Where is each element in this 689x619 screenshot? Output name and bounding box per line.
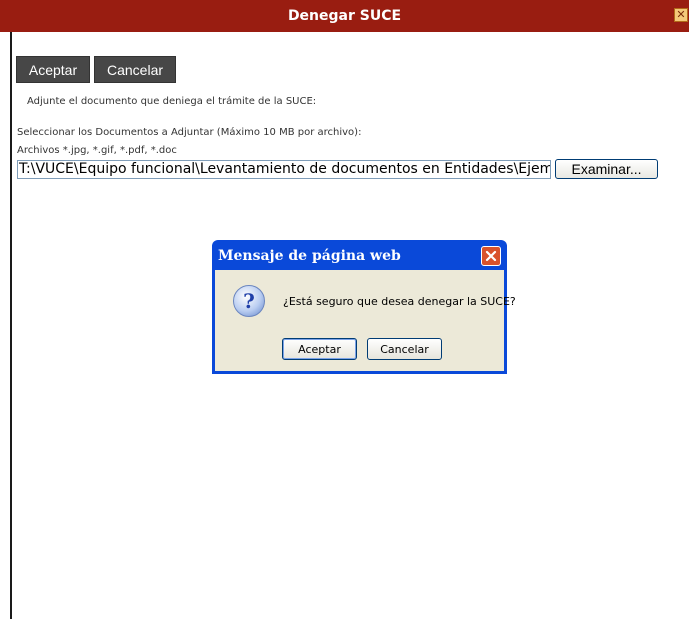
cancel-button[interactable]: Cancelar <box>94 56 176 83</box>
instruction-text: Adjunte el documento que deniega el trám… <box>27 96 317 107</box>
confirm-dialog: Mensaje de página web ? ¿Está seguro que… <box>212 240 516 374</box>
accept-button[interactable]: Aceptar <box>16 56 90 83</box>
window-titlebar: Denegar SUCE ✕ <box>0 0 689 32</box>
window-title: Denegar SUCE <box>287 8 402 24</box>
window-left-border <box>10 32 12 619</box>
question-icon: ? <box>233 285 265 317</box>
dialog-title: Mensaje de página web <box>218 248 401 264</box>
file-path-input[interactable]: T:\VUCE\Equipo funcional\Levantamiento d… <box>17 160 551 179</box>
dialog-message: ¿Está seguro que desea denegar la SUCE? <box>283 295 516 308</box>
dialog-body: ? ¿Está seguro que desea denegar la SUCE… <box>215 270 516 371</box>
dialog-cancel-button[interactable]: Cancelar <box>367 338 442 360</box>
allowed-types-text: Archivos *.jpg, *.gif, *.pdf, *.doc <box>17 145 177 156</box>
browse-button[interactable]: Examinar... <box>555 159 658 179</box>
select-label: Seleccionar los Documentos a Adjuntar (M… <box>17 127 362 138</box>
close-icon[interactable]: ✕ <box>674 8 688 22</box>
dialog-accept-button[interactable]: Aceptar <box>282 338 357 360</box>
dialog-close-icon[interactable] <box>481 246 501 266</box>
